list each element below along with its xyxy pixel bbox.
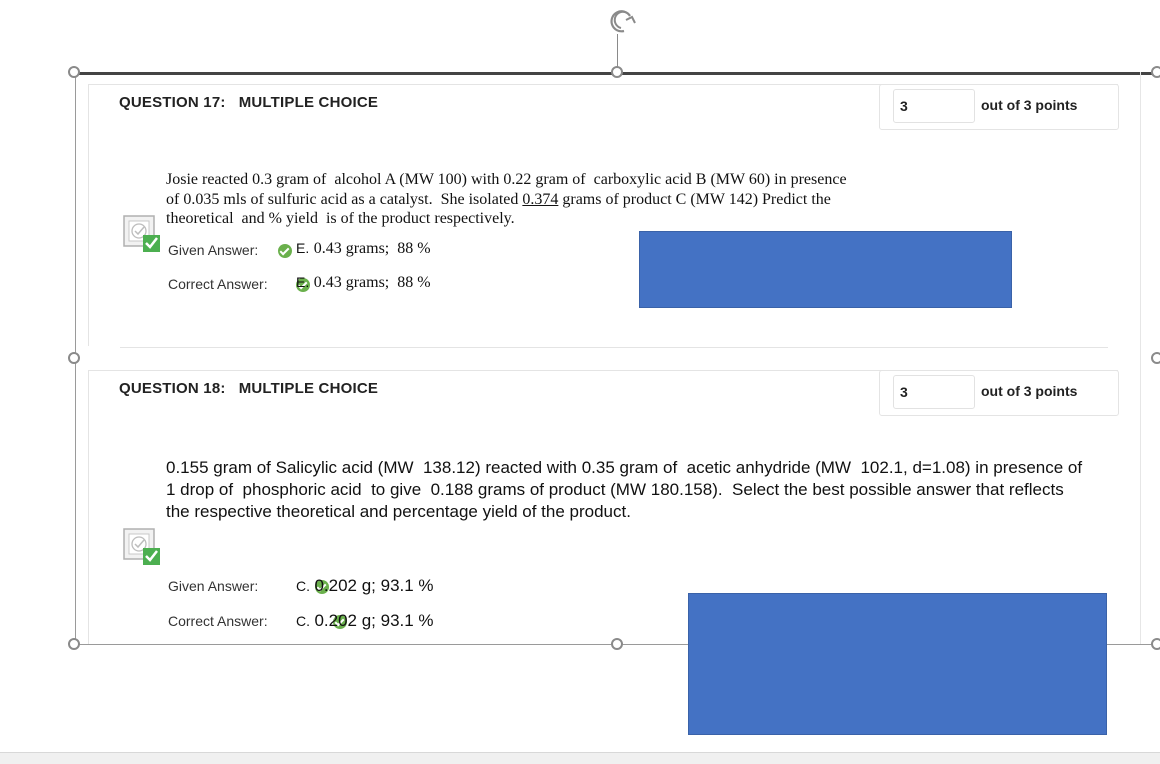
question-18-text-line-2: 1 drop of phosphoric acid to give 0.188 … <box>166 480 1064 499</box>
panel-left-line <box>88 84 89 346</box>
question-17-text-underlined: 0.374 <box>522 190 559 208</box>
question-17-text-line-1: Josie reacted 0.3 gram of alcohol A (MW … <box>166 171 847 188</box>
question-17-header: QUESTION 17: MULTIPLE CHOICE <box>119 94 379 111</box>
question-17-given-label: Given Answer: <box>168 242 259 258</box>
question-18-given-value: 0.202 g; 93.1 % <box>314 576 434 595</box>
question-17-score-value: 3 <box>900 98 908 114</box>
resize-handle-mid-right[interactable] <box>1151 352 1160 364</box>
redaction-box-1 <box>639 231 1012 308</box>
question-17-correct-letter: E. <box>296 274 310 290</box>
question-18-score-value: 3 <box>900 384 908 400</box>
question-18-correct-label: Correct Answer: <box>168 613 268 629</box>
resize-handle-top-right[interactable] <box>1151 66 1160 78</box>
question-17-correct-answer: E. 0.43 grams; 88 % <box>296 274 431 292</box>
resize-handle-bottom-center[interactable] <box>611 638 623 650</box>
question-17-score-label: out of 3 points <box>981 97 1078 113</box>
panel-left-line-2 <box>88 370 89 644</box>
question-18-text-line-1: 0.155 gram of Salicylic acid (MW 138.12)… <box>166 458 1083 477</box>
resize-handle-bottom-right[interactable] <box>1151 638 1160 650</box>
question-17-text-line-2a: of 0.035 mls of sulfuric acid as a catal… <box>166 190 523 208</box>
resize-handle-top-left[interactable] <box>68 66 80 78</box>
question-17-text-line-2b: grams of product C (MW 142) Predict the <box>558 190 831 208</box>
question-18-correct-answer: C. 0.202 g; 93.1 % <box>296 611 434 631</box>
question-18-correct-letter: C. <box>296 613 310 629</box>
graded-correct-icon <box>123 215 160 252</box>
question-17-given-answer: E. 0.43 grams; 88 % <box>296 240 431 258</box>
question-18-score-label: out of 3 points <box>981 383 1078 399</box>
question-18-text: 0.155 gram of Salicylic acid (MW 138.12)… <box>166 457 1082 523</box>
question-17-text: Josie reacted 0.3 gram of alcohol A (MW … <box>166 170 847 229</box>
question-divider <box>120 347 1108 348</box>
question-17-given-value: 0.43 grams; 88 % <box>313 240 431 257</box>
correct-check-icon <box>278 244 292 258</box>
question-17-correct-value: 0.43 grams; 88 % <box>313 274 431 291</box>
question-18-correct-value: 0.202 g; 93.1 % <box>314 611 434 630</box>
question-18-given-answer: C. 0.202 g; 93.1 % <box>296 576 434 596</box>
rotate-handle-icon[interactable] <box>600 4 640 38</box>
panel-right-line <box>1140 72 1141 644</box>
graded-correct-icon <box>123 528 160 565</box>
question-18-header: QUESTION 18: MULTIPLE CHOICE <box>119 380 379 397</box>
question-18-text-line-3: the respective theoretical and percentag… <box>166 502 631 521</box>
bottom-status-bar <box>0 752 1160 764</box>
resize-handle-top-center[interactable] <box>611 66 623 78</box>
question-17-text-line-3: theoretical and % yield is of the produc… <box>166 210 515 227</box>
question-18-given-letter: C. <box>296 578 310 594</box>
question-17-correct-label: Correct Answer: <box>168 276 268 292</box>
resize-handle-bottom-left[interactable] <box>68 638 80 650</box>
redaction-box-2 <box>688 593 1107 735</box>
resize-handle-mid-left[interactable] <box>68 352 80 364</box>
question-18-given-label: Given Answer: <box>168 578 259 594</box>
rotate-stem <box>617 34 618 68</box>
question-17-given-letter: E. <box>296 240 310 256</box>
